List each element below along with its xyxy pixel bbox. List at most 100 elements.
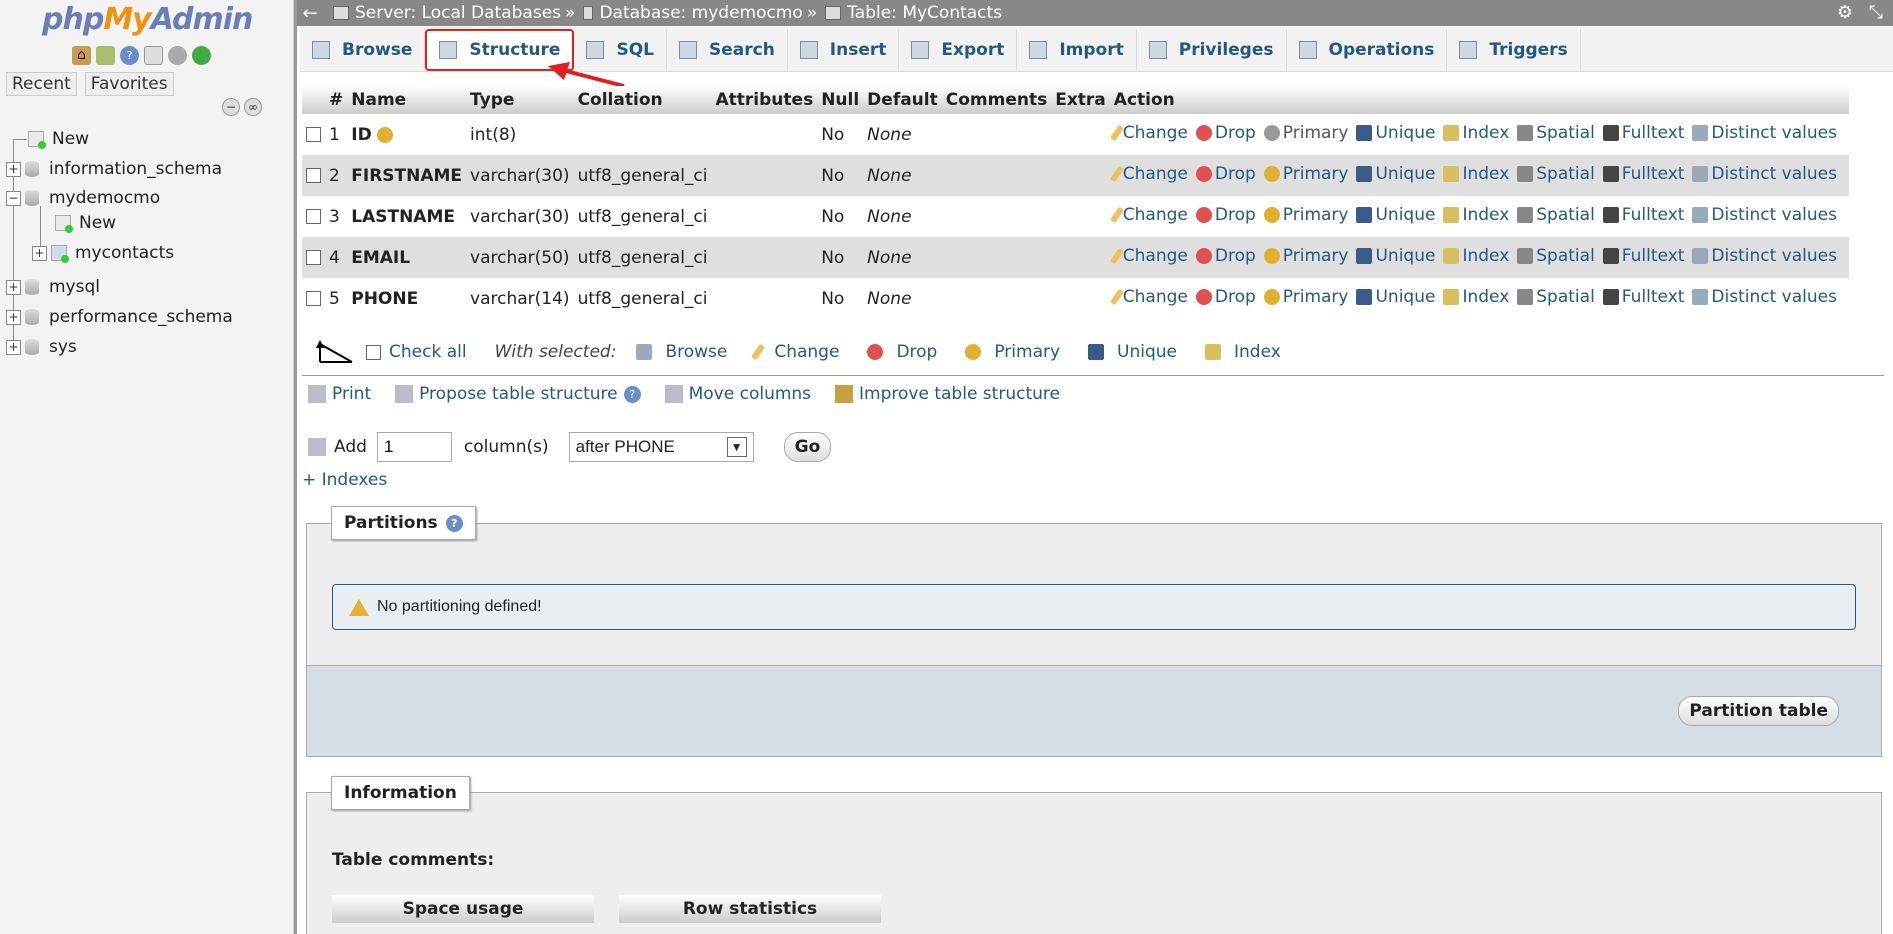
breadcrumb-server[interactable]: Server: Local Databases [355, 3, 561, 23]
action-drop[interactable]: Drop [1195, 287, 1256, 307]
tree-item-information-schema[interactable]: + information_schema [6, 159, 222, 179]
action-unique[interactable]: Unique [1356, 287, 1435, 307]
action-primary[interactable]: Primary [1263, 123, 1348, 143]
back-arrow-icon[interactable]: ← [297, 3, 323, 24]
action-fulltext[interactable]: Fulltext [1602, 205, 1684, 225]
tab-triggers[interactable]: Triggers [1447, 29, 1581, 71]
favorites-button[interactable]: Favorites [84, 72, 174, 96]
action-drop[interactable]: Drop [1195, 164, 1256, 184]
bulk-change-button[interactable]: Change [751, 342, 839, 362]
action-distinct-values[interactable]: Distinct values [1692, 164, 1837, 184]
bulk-index-button[interactable]: Index [1205, 342, 1281, 362]
tab-browse[interactable]: Browse [300, 29, 426, 71]
action-primary[interactable]: Primary [1263, 205, 1348, 225]
column-name[interactable]: EMAIL [351, 248, 410, 268]
action-index[interactable]: Index [1443, 123, 1509, 143]
collapse-header-icon[interactable]: ⤡ [1869, 2, 1883, 23]
propose-structure-link[interactable]: Propose table structure? [395, 384, 641, 404]
action-fulltext[interactable]: Fulltext [1602, 287, 1684, 307]
action-distinct-values[interactable]: Distinct values [1692, 246, 1837, 266]
tree-item-performance-schema[interactable]: + performance_schema [6, 307, 233, 327]
indexes-toggle-link[interactable]: + Indexes [302, 470, 387, 490]
action-change[interactable]: Change [1109, 287, 1188, 307]
action-spatial[interactable]: Spatial [1517, 246, 1595, 266]
action-index[interactable]: Index [1443, 246, 1509, 266]
sidebar-resizer[interactable] [294, 0, 297, 934]
row-checkbox[interactable] [306, 209, 321, 224]
tab-export[interactable]: Export [899, 29, 1018, 71]
action-unique[interactable]: Unique [1356, 205, 1435, 225]
home-icon[interactable]: ⌂ [72, 46, 91, 65]
action-fulltext[interactable]: Fulltext [1602, 164, 1684, 184]
action-distinct-values[interactable]: Distinct values [1692, 205, 1837, 225]
expand-icon[interactable]: + [32, 245, 47, 261]
check-all-checkbox[interactable] [366, 344, 381, 360]
tree-item-new-table[interactable]: New [55, 213, 116, 233]
action-unique[interactable]: Unique [1356, 246, 1435, 266]
column-position-select[interactable]: after PHONE ▼ [568, 432, 754, 462]
action-drop[interactable]: Drop [1195, 205, 1256, 225]
column-name[interactable]: LASTNAME [351, 207, 455, 227]
settings-icon[interactable] [168, 46, 187, 65]
expand-icon[interactable]: + [6, 161, 21, 177]
gear-icon[interactable]: ⚙ [1837, 2, 1853, 23]
column-name[interactable]: PHONE [351, 289, 418, 309]
logout-icon[interactable] [96, 46, 115, 65]
action-change[interactable]: Change [1109, 164, 1188, 184]
tab-insert[interactable]: Insert [788, 29, 900, 71]
bulk-unique-button[interactable]: Unique [1088, 342, 1177, 362]
row-checkbox[interactable] [306, 291, 321, 306]
improve-structure-link[interactable]: Improve table structure [835, 384, 1060, 404]
link-with-main-icon[interactable]: ∞ [244, 98, 262, 116]
action-primary[interactable]: Primary [1263, 287, 1348, 307]
partition-table-button[interactable]: Partition table [1678, 696, 1839, 726]
tree-item-mydemocmo[interactable]: − mydemocmo [6, 188, 160, 208]
action-spatial[interactable]: Spatial [1517, 205, 1595, 225]
bulk-primary-button[interactable]: Primary [965, 342, 1060, 362]
phpmyadmin-logo[interactable]: phpMyAdmin [42, 2, 253, 37]
action-drop[interactable]: Drop [1195, 246, 1256, 266]
breadcrumb-table[interactable]: Table: MyContacts [847, 3, 1002, 23]
action-distinct-values[interactable]: Distinct values [1692, 123, 1837, 143]
expand-icon[interactable]: + [6, 339, 21, 355]
tree-item-mysql[interactable]: + mysql [6, 277, 100, 297]
row-checkbox[interactable] [306, 168, 321, 183]
tab-import[interactable]: Import [1017, 29, 1137, 71]
bulk-drop-button[interactable]: Drop [867, 342, 937, 362]
action-drop[interactable]: Drop [1195, 123, 1256, 143]
action-primary[interactable]: Primary [1263, 246, 1348, 266]
tab-privileges[interactable]: Privileges [1137, 29, 1287, 71]
check-all-link[interactable]: Check all [389, 342, 467, 362]
help-icon[interactable]: ? [120, 46, 139, 65]
action-spatial[interactable]: Spatial [1517, 164, 1595, 184]
action-index[interactable]: Index [1443, 164, 1509, 184]
expand-icon[interactable]: + [6, 279, 21, 295]
collapse-all-icon[interactable]: − [222, 98, 240, 116]
action-fulltext[interactable]: Fulltext [1602, 246, 1684, 266]
action-fulltext[interactable]: Fulltext [1602, 123, 1684, 143]
action-spatial[interactable]: Spatial [1517, 123, 1595, 143]
tree-item-new[interactable]: New [28, 129, 89, 149]
action-spatial[interactable]: Spatial [1517, 287, 1595, 307]
column-name[interactable]: ID [351, 125, 371, 145]
action-change[interactable]: Change [1109, 246, 1188, 266]
help-icon[interactable]: ? [445, 514, 463, 532]
move-columns-link[interactable]: Move columns [664, 384, 811, 404]
tab-search[interactable]: Search [667, 29, 788, 71]
help-icon[interactable]: ? [623, 385, 641, 403]
go-button[interactable]: Go [783, 432, 832, 462]
expand-icon[interactable]: + [6, 309, 21, 325]
action-change[interactable]: Change [1109, 205, 1188, 225]
column-count-input[interactable] [376, 432, 452, 462]
action-unique[interactable]: Unique [1356, 164, 1435, 184]
breadcrumb-database[interactable]: Database: mydemocmo [599, 3, 802, 23]
bulk-browse-button[interactable]: Browse [636, 342, 727, 362]
action-change[interactable]: Change [1109, 123, 1188, 143]
column-name[interactable]: FIRSTNAME [351, 166, 462, 186]
reload-icon[interactable] [192, 46, 211, 65]
tree-item-mycontacts[interactable]: + mycontacts [32, 243, 174, 263]
collapse-icon[interactable]: − [6, 190, 21, 206]
action-index[interactable]: Index [1443, 205, 1509, 225]
recent-button[interactable]: Recent [6, 72, 77, 96]
action-distinct-values[interactable]: Distinct values [1692, 287, 1837, 307]
